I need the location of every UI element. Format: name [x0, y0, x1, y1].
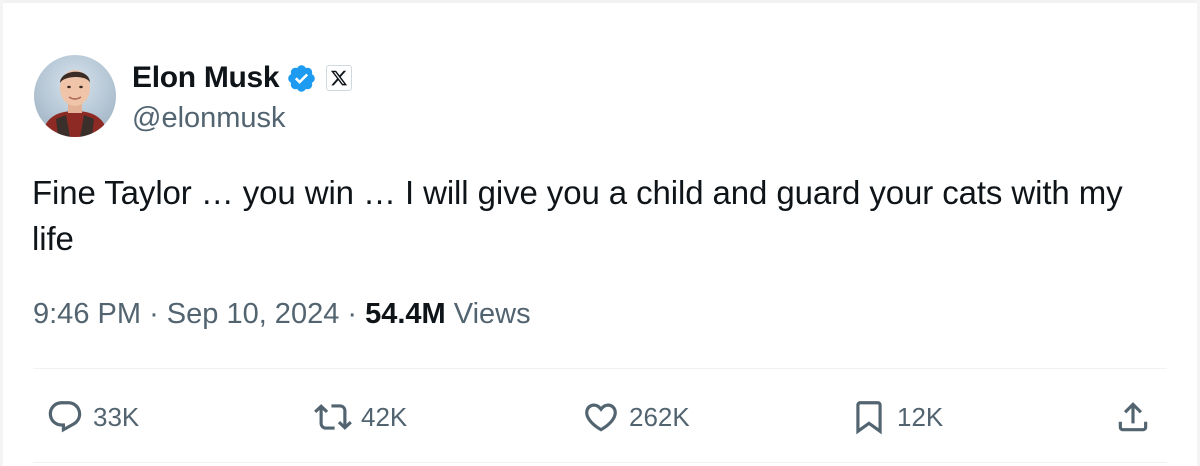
views-count: 54.4M	[365, 298, 446, 330]
tweet-header: Elon Musk @elonmusk	[34, 55, 353, 137]
card-left-edge	[0, 0, 3, 466]
repost-button[interactable]: 42K	[314, 395, 407, 439]
meta-separator: ·	[149, 298, 167, 330]
reply-count: 33K	[93, 401, 140, 432]
reply-button[interactable]: 33K	[46, 395, 139, 439]
bookmark-icon	[856, 401, 882, 435]
bookmark-count: 12K	[897, 401, 944, 432]
tweet-card: Elon Musk @elonmusk Fine Taylor … you wi…	[0, 0, 1200, 466]
avatar[interactable]	[34, 55, 116, 137]
user-info: Elon Musk @elonmusk	[132, 58, 353, 135]
x-logo-icon[interactable]	[326, 65, 353, 91]
user-handle[interactable]: @elonmusk	[132, 102, 352, 135]
display-name[interactable]: Elon Musk	[132, 61, 280, 95]
like-button[interactable]: 262K	[582, 395, 690, 439]
views-label: Views	[453, 298, 531, 330]
tweet-date[interactable]: Sep 10, 2024	[167, 298, 340, 330]
heart-icon	[585, 403, 617, 432]
reply-icon	[48, 401, 82, 433]
tweet-meta: 9:46 PM · Sep 10, 2024 · 54.4M Views	[33, 298, 531, 331]
name-row: Elon Musk	[132, 58, 353, 98]
tweet-time[interactable]: 9:46 PM	[33, 298, 141, 330]
like-count: 262K	[629, 401, 690, 432]
repost-icon	[314, 404, 352, 430]
share-icon	[1118, 402, 1148, 432]
card-top-edge	[0, 0, 1200, 3]
divider-bottom	[33, 462, 1167, 463]
tweet-text: Fine Taylor … you win … I will give you …	[32, 174, 1123, 257]
avatar-image	[34, 55, 116, 137]
divider	[33, 368, 1167, 369]
repost-count: 42K	[361, 401, 408, 432]
verified-badge-icon[interactable]	[286, 63, 317, 94]
meta-separator: ·	[347, 298, 366, 330]
share-button[interactable]	[1114, 395, 1152, 439]
bookmark-button[interactable]: 12K	[850, 395, 943, 439]
